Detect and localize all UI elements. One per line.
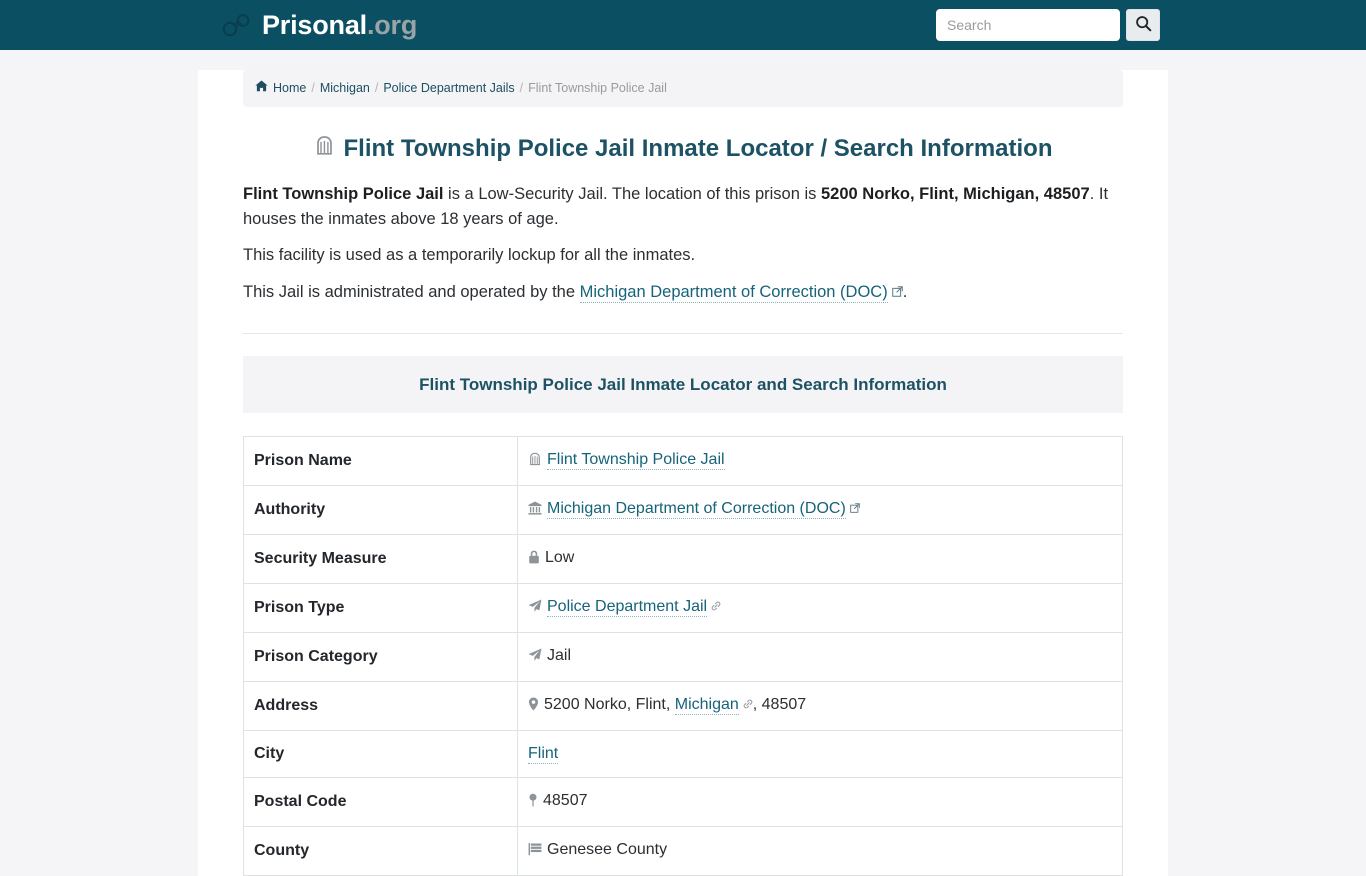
- city-link[interactable]: Flint: [528, 745, 559, 765]
- row-value-security-measure: Low: [517, 534, 1123, 585]
- row-value-address: 5200 Norko, Flint, Michigan , 48507: [517, 681, 1123, 732]
- table-row: Prison Category Jail: [243, 632, 1123, 683]
- intro-paragraph-2: This facility is used as a temporarily l…: [243, 246, 696, 265]
- content-area: Home / Michigan / Police Department Jail…: [243, 70, 1123, 876]
- external-link-icon: [891, 280, 903, 305]
- facility-name-bold: Flint Township Police Jail: [243, 184, 444, 203]
- row-label-prison-category: Prison Category: [243, 632, 518, 683]
- prison-type-link[interactable]: Police Department Jail: [547, 598, 708, 618]
- breadcrumb-item-police-department-jails[interactable]: Police Department Jails: [383, 79, 514, 98]
- table-row: Security Measure Low: [243, 534, 1123, 585]
- jail-gate-icon: [528, 450, 542, 474]
- intro-middle-text: is a Low-Security Jail. The location of …: [443, 184, 821, 203]
- row-value-city: Flint: [517, 730, 1123, 779]
- external-link-icon: [849, 497, 860, 521]
- header-search: [936, 9, 1160, 41]
- row-label-security-measure: Security Measure: [243, 534, 518, 585]
- paper-plane-icon: [528, 597, 542, 621]
- prison-info-table: Prison Name Flint Township Police Jail A…: [243, 436, 1123, 876]
- table-row: Prison Type Police Department Jail: [243, 583, 1123, 634]
- paragraph3-suffix: .: [902, 283, 908, 302]
- section-divider: [243, 332, 1123, 334]
- breadcrumb-separator: /: [519, 81, 524, 95]
- search-input[interactable]: [936, 9, 1120, 41]
- search-button[interactable]: [1126, 9, 1160, 41]
- search-icon: [1135, 15, 1152, 35]
- row-label-city: City: [243, 730, 518, 779]
- table-row: County Genesee County: [243, 826, 1123, 876]
- thumbtack-icon: [528, 791, 538, 815]
- paper-plane-icon: [528, 646, 542, 670]
- brand-text: Prisonal.org: [262, 5, 417, 46]
- breadcrumb-item-home[interactable]: Home: [273, 79, 306, 98]
- handcuffs-icon: [222, 12, 252, 38]
- row-value-authority: Michigan Department of Correction (DOC): [517, 485, 1123, 536]
- row-label-postal-code: Postal Code: [243, 777, 518, 828]
- row-value-county: Genesee County: [517, 826, 1123, 876]
- row-value-postal-code: 48507: [517, 777, 1123, 828]
- table-row: Postal Code 48507: [243, 777, 1123, 828]
- breadcrumb-item-michigan[interactable]: Michigan: [320, 79, 370, 98]
- home-icon: [255, 79, 268, 98]
- jail-gate-icon: [314, 133, 335, 164]
- row-label-prison-name: Prison Name: [243, 436, 518, 487]
- row-value-prison-category: Jail: [517, 632, 1123, 683]
- prison-category-value: Jail: [547, 647, 572, 665]
- table-row: City Flint: [243, 730, 1123, 779]
- bank-icon: [528, 499, 542, 523]
- postal-code-value: 48507: [543, 792, 588, 810]
- breadcrumb-separator: /: [311, 81, 315, 95]
- table-caption: Flint Township Police Jail Inmate Locato…: [243, 355, 1123, 414]
- page-container: Home / Michigan / Police Department Jail…: [198, 70, 1168, 876]
- map-pin-icon: [528, 695, 539, 719]
- page-title: Flint Township Police Jail Inmate Locato…: [243, 133, 1123, 164]
- site-header: Prisonal.org: [0, 0, 1366, 50]
- row-value-prison-type: Police Department Jail: [517, 583, 1123, 634]
- address-state-link[interactable]: Michigan: [674, 696, 739, 716]
- doc-authority-link[interactable]: Michigan Department of Correction (DOC): [579, 283, 888, 304]
- paragraph3-prefix: This Jail is administrated and operated …: [243, 283, 580, 302]
- flag-icon: [528, 840, 542, 864]
- brand-name: Prisonal: [262, 9, 367, 40]
- breadcrumb-item-current: Flint Township Police Jail: [528, 81, 667, 95]
- breadcrumb: Home / Michigan / Police Department Jail…: [243, 70, 1123, 107]
- row-value-prison-name: Flint Township Police Jail: [517, 436, 1123, 487]
- authority-link[interactable]: Michigan Department of Correction (DOC): [547, 500, 846, 520]
- lock-icon: [528, 548, 540, 572]
- table-row: Authority Michigan Department of Correct…: [243, 485, 1123, 536]
- row-label-authority: Authority: [243, 485, 518, 536]
- row-label-address: Address: [243, 681, 518, 732]
- chain-link-icon: [743, 693, 753, 717]
- table-row: Address 5200 Norko, Flint, Michigan , 485…: [243, 681, 1123, 732]
- chain-link-icon: [711, 595, 721, 619]
- address-before-text: 5200 Norko, Flint,: [544, 696, 675, 714]
- brand-tld: .org: [366, 9, 418, 40]
- breadcrumb-separator: /: [374, 81, 379, 95]
- row-label-prison-type: Prison Type: [243, 583, 518, 634]
- intro-paragraph-3: This Jail is administrated and operated …: [243, 280, 1123, 305]
- address-after-text: , 48507: [752, 696, 807, 714]
- site-logo-link[interactable]: Prisonal.org: [222, 5, 417, 46]
- county-value: Genesee County: [547, 841, 668, 859]
- intro-paragraph-1: Flint Township Police Jail is a Low-Secu…: [243, 182, 1123, 232]
- table-row: Prison Name Flint Township Police Jail: [243, 436, 1123, 487]
- facility-address-bold: 5200 Norko, Flint, Michigan, 48507: [821, 184, 1090, 203]
- row-label-county: County: [243, 826, 518, 876]
- security-measure-value: Low: [545, 549, 575, 567]
- prison-name-link[interactable]: Flint Township Police Jail: [547, 451, 725, 471]
- page-title-text: Flint Township Police Jail Inmate Locato…: [343, 134, 1053, 162]
